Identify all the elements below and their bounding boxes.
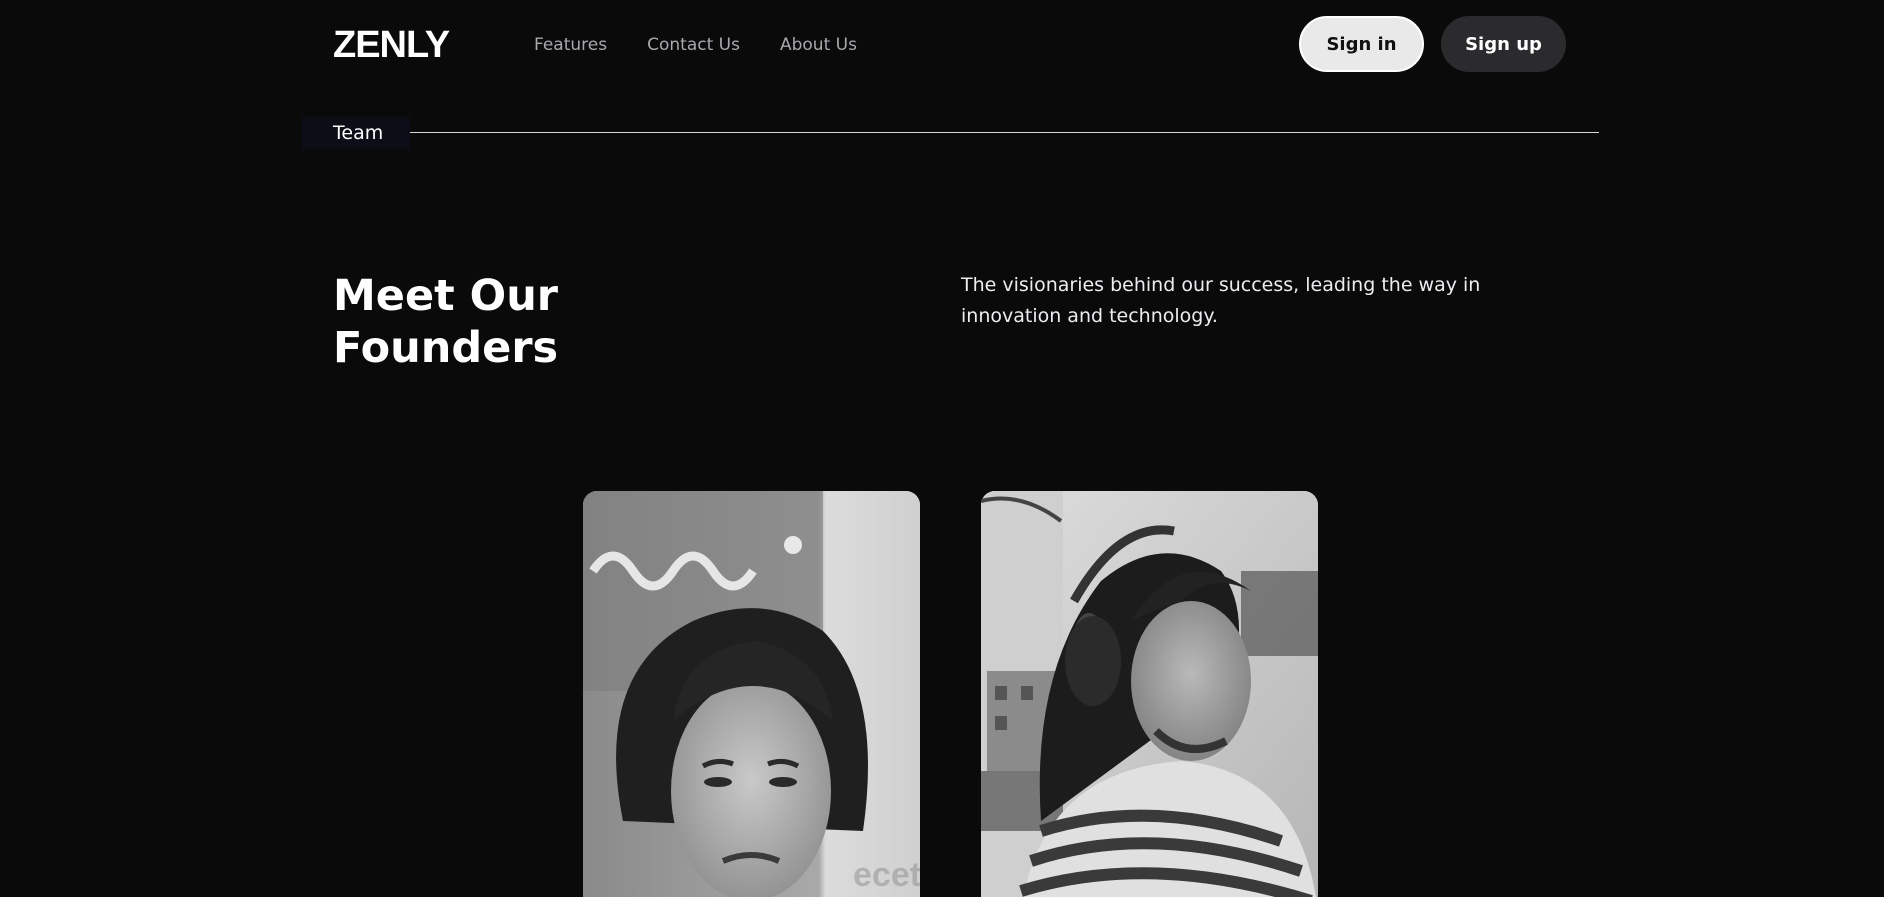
page: ZENLY Features Contact Us About Us Sign … bbox=[0, 0, 1884, 897]
title-line-1: Meet Our bbox=[333, 271, 559, 321]
nav-features[interactable]: Features bbox=[534, 34, 607, 56]
section-description: The visionaries behind our success, lead… bbox=[961, 274, 1481, 327]
founder-photo-1: ecet bbox=[583, 491, 920, 897]
sign-up-button[interactable]: Sign up bbox=[1441, 16, 1566, 72]
nav-contact-us[interactable]: Contact Us bbox=[647, 34, 740, 56]
nav-about-us[interactable]: About Us bbox=[780, 34, 857, 56]
page-title: Meet Our Founders bbox=[333, 270, 753, 374]
founder-photo-2 bbox=[981, 491, 1318, 897]
title-line-2: Founders bbox=[333, 323, 559, 373]
sign-in-button[interactable]: Sign in bbox=[1299, 16, 1424, 72]
svg-text:ecet: ecet bbox=[853, 856, 920, 894]
team-section-tag: Team bbox=[302, 117, 410, 149]
section-divider bbox=[410, 132, 1599, 133]
main-nav: Features Contact Us About Us bbox=[534, 34, 857, 56]
founder-card-1[interactable]: ecet bbox=[583, 491, 920, 897]
zenly-logo[interactable]: ZENLY bbox=[333, 26, 450, 64]
founder-card-2[interactable] bbox=[981, 491, 1318, 897]
